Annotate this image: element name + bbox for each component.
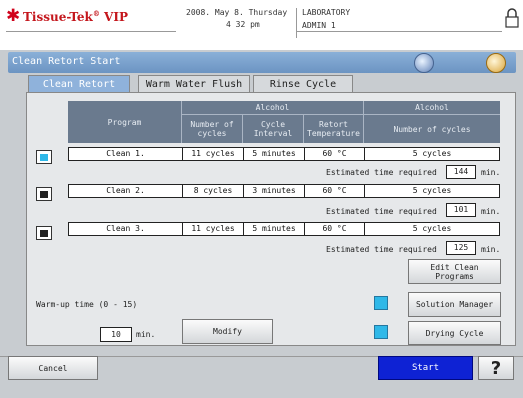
header-separator — [296, 8, 297, 38]
unselected-indicator — [40, 229, 48, 237]
program-select-3[interactable] — [36, 226, 52, 240]
temp-cell: 60 °C — [304, 184, 365, 198]
time-text: 4 32 pm — [226, 20, 260, 29]
basket-icon[interactable] — [486, 53, 506, 73]
warmup-label: Warm-up time (0 - 15) — [36, 300, 138, 309]
header-divider — [6, 31, 176, 32]
interval-cell: 5 minutes — [243, 222, 305, 236]
header-divider-right — [296, 31, 502, 32]
header-num-cycles-2: Number of cycles — [364, 115, 500, 143]
estimated-time-label: Estimated time required — [326, 245, 437, 254]
header-alcohol-group-2: Alcohol — [364, 101, 500, 115]
header-cycle-interval: Cycle Interval — [243, 115, 304, 143]
user-text: ADMIN 1 — [302, 21, 336, 30]
cycles-cell: 8 cycles — [182, 184, 244, 198]
program-name: Clean 1. — [68, 147, 183, 161]
interval-cell: 5 minutes — [243, 147, 305, 161]
unselected-indicator — [40, 190, 48, 198]
estimated-time-value: 125 — [446, 241, 476, 255]
cycles2-cell: 5 cycles — [364, 147, 500, 161]
header-num-cycles: Number of cycles — [182, 115, 243, 143]
cycles-cell: 11 cycles — [182, 222, 244, 236]
program-select-2[interactable] — [36, 187, 52, 201]
estimated-time-value: 101 — [446, 203, 476, 217]
start-button[interactable]: Start — [378, 356, 473, 380]
cycles2-cell: 5 cycles — [364, 184, 500, 198]
temp-cell: 60 °C — [304, 147, 365, 161]
help-button[interactable]: ? — [478, 356, 514, 380]
interval-cell: 3 minutes — [243, 184, 305, 198]
drying-cycle-indicator — [374, 325, 388, 339]
edit-clean-programs-button[interactable]: Edit Clean Programs — [408, 259, 501, 284]
cycles2-cell: 5 cycles — [364, 222, 500, 236]
warmup-unit: min. — [136, 330, 156, 339]
tab-warm-water-flush[interactable]: Warm Water Flush — [138, 75, 250, 93]
program-select-1[interactable] — [36, 150, 52, 164]
drying-cycle-button[interactable]: Drying Cycle — [408, 321, 501, 345]
modify-button[interactable]: Modify — [182, 319, 273, 344]
estimated-time-unit: min. — [481, 207, 501, 216]
estimated-time-value: 144 — [446, 165, 476, 179]
lock-icon[interactable] — [505, 7, 519, 29]
header-alcohol-group: Alcohol — [182, 101, 364, 115]
estimated-time-unit: min. — [481, 245, 501, 254]
header-program: Program — [68, 101, 182, 143]
selected-indicator — [40, 153, 48, 161]
header-retort-temp: Retort Temperature — [304, 115, 364, 143]
program-name: Clean 3. — [68, 222, 183, 236]
cycles-cell: 11 cycles — [182, 147, 244, 161]
tab-rinse-cycle[interactable]: Rinse Cycle — [253, 75, 353, 93]
program-name: Clean 2. — [68, 184, 183, 198]
brand-logo: Tissue-Tek® VIP — [23, 9, 128, 24]
temp-cell: 60 °C — [304, 222, 365, 236]
solution-manager-indicator — [374, 296, 388, 310]
location-text: LABORATORY — [302, 8, 351, 17]
date-text: 2008. May 8. Thursday — [186, 8, 288, 17]
estimated-time-label: Estimated time required — [326, 207, 437, 216]
estimated-time-label: Estimated time required — [326, 168, 437, 177]
solution-manager-button[interactable]: Solution Manager — [408, 292, 501, 317]
estimated-time-unit: min. — [481, 168, 501, 177]
sakura-star-icon: ✱ — [6, 6, 21, 26]
cancel-button[interactable]: Cancel — [8, 356, 98, 380]
globe-icon[interactable] — [414, 53, 434, 73]
page-title: Clean Retort Start — [12, 56, 121, 67]
warmup-input[interactable]: 10 — [100, 327, 132, 342]
